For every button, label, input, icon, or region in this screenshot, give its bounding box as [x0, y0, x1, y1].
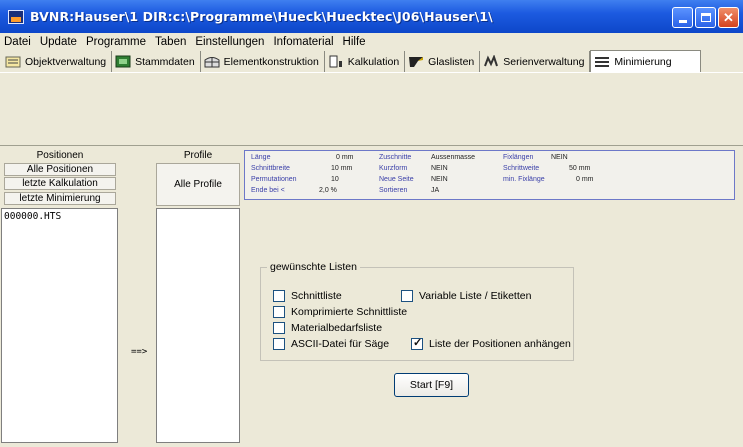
summary-label: Kurzform: [379, 165, 408, 172]
summary-label: Ende bei <: [251, 187, 285, 194]
summary-value: NEIN: [551, 154, 568, 161]
window-title: BVNR:Hauser\1 DIR:c:\Programme\Hueck\Hue…: [30, 9, 493, 24]
calculator-icon: [329, 55, 342, 68]
checkbox[interactable]: [273, 306, 285, 318]
menu-taben[interactable]: Taben: [155, 36, 186, 48]
summary-value: NEIN: [431, 165, 448, 172]
tab-label: Elementkonstruktion: [223, 55, 319, 68]
last-calculation-button[interactable]: letzte Kalkulation: [4, 177, 116, 190]
toolbar-area: [0, 74, 743, 146]
option-materialbedarfsliste[interactable]: Materialbedarfsliste: [273, 322, 382, 334]
menu-datei[interactable]: Datei: [4, 36, 31, 48]
summary-row: Permutationen 10 Neue Seite NEIN min. Fi…: [251, 176, 731, 186]
close-button[interactable]: ✕: [718, 7, 739, 28]
summary-row: Ende bei < 2,0 % Sortieren JA: [251, 187, 731, 197]
maximize-button[interactable]: [695, 7, 716, 28]
profiles-header: Profile: [183, 150, 213, 161]
summary-label: Neue Seite: [379, 176, 414, 183]
minimize-button[interactable]: [672, 7, 693, 28]
summary-row: Länge 0 mm Zuschnitte Aussenmasse Fixlän…: [251, 154, 731, 164]
tab-glaslisten[interactable]: Glaslisten: [405, 51, 481, 72]
summary-label: Schrittweite: [503, 165, 540, 172]
menu-programme[interactable]: Programme: [86, 36, 146, 48]
option-label: Variable Liste / Etiketten: [419, 290, 532, 302]
summary-label: Schnittbreite: [251, 165, 290, 172]
checkbox[interactable]: [273, 322, 285, 334]
all-profiles-button[interactable]: Alle Profile: [156, 163, 240, 206]
tab-bar: Objektverwaltung Stammdaten Elementkonst…: [0, 50, 743, 73]
summary-label: Sortieren: [379, 187, 408, 194]
profiles-list[interactable]: [156, 208, 240, 443]
summary-label: Länge: [251, 154, 271, 161]
checkbox-checked[interactable]: [411, 336, 423, 350]
group-title: gewünschte Listen: [267, 261, 360, 273]
summary-value: 0 mm: [576, 176, 594, 183]
positions-list[interactable]: 000000.HTS: [1, 208, 118, 443]
menu-infomaterial[interactable]: Infomaterial: [273, 36, 333, 48]
summary-value: 10: [331, 176, 339, 183]
maximize-icon: [700, 13, 711, 22]
tab-label: Stammdaten: [135, 55, 195, 68]
option-schnittliste[interactable]: Schnittliste: [273, 290, 342, 302]
window-frame-icon: [204, 57, 220, 68]
option-label: Liste der Positionen anhängen: [429, 338, 571, 350]
option-ascii-datei[interactable]: ASCII-Datei für Säge: [273, 338, 389, 350]
last-minimization-button[interactable]: letzte Minimierung: [4, 192, 116, 205]
transfer-arrow[interactable]: ==>: [131, 347, 147, 357]
tab-label: Minimierung: [614, 55, 672, 68]
tab-stammdaten[interactable]: Stammdaten: [112, 51, 201, 72]
tab-kalkulation[interactable]: Kalkulation: [325, 51, 406, 72]
all-positions-button[interactable]: Alle Positionen: [4, 163, 116, 176]
menu-hilfe[interactable]: Hilfe: [343, 36, 366, 48]
summary-value: NEIN: [431, 176, 448, 183]
option-label: Materialbedarfsliste: [291, 322, 383, 334]
summary-label: min. Fixlänge: [503, 176, 545, 183]
summary-value: 2,0 %: [319, 187, 337, 194]
desired-lists-group: gewünschte Listen Schnittliste Variable …: [260, 261, 574, 361]
summary-row: Schnittbreite 10 mm Kurzform NEIN Schrit…: [251, 165, 731, 175]
series-icon: [484, 55, 499, 67]
tab-objektverwaltung[interactable]: Objektverwaltung: [2, 51, 113, 72]
summary-label: Permutationen: [251, 176, 297, 183]
tab-label: Serienverwaltung: [503, 55, 585, 68]
option-label: Komprimierte Schnittliste: [291, 306, 408, 318]
checkbox[interactable]: [401, 290, 413, 302]
checkbox[interactable]: [273, 338, 285, 350]
summary-label: Zuschnitte: [379, 154, 412, 161]
positions-header: Positionen: [36, 150, 84, 161]
title-bar: BVNR:Hauser\1 DIR:c:\Programme\Hueck\Hue…: [0, 0, 743, 33]
summary-value: 0 mm: [336, 154, 354, 161]
tab-elementkonstruktion[interactable]: Elementkonstruktion: [201, 51, 325, 72]
menu-update[interactable]: Update: [40, 36, 77, 48]
settings-summary: Länge 0 mm Zuschnitte Aussenmasse Fixlän…: [244, 150, 735, 200]
checkbox[interactable]: [273, 290, 285, 302]
database-icon: [115, 55, 131, 68]
minimize-icon: [678, 20, 687, 23]
tab-minimierung[interactable]: Minimierung: [590, 50, 701, 72]
minimize-bars-icon: [595, 57, 610, 67]
summary-value: 50 mm: [569, 165, 591, 172]
summary-value: JA: [431, 187, 440, 194]
glass-pane-icon: [409, 57, 424, 67]
menu-bar: Datei Update Programme Taben Einstellung…: [0, 33, 743, 51]
option-label: ASCII-Datei für Säge: [291, 338, 390, 350]
menu-einstellungen[interactable]: Einstellungen: [195, 36, 264, 48]
app-icon: [8, 9, 24, 24]
option-liste-positionen[interactable]: Liste der Positionen anhängen: [411, 336, 571, 350]
option-komprimierte-schnittliste[interactable]: Komprimierte Schnittliste: [273, 306, 407, 318]
tab-serienverwaltung[interactable]: Serienverwaltung: [480, 51, 591, 72]
option-variable-liste[interactable]: Variable Liste / Etiketten: [401, 290, 531, 302]
option-label: Schnittliste: [291, 290, 342, 302]
tab-label: Objektverwaltung: [25, 55, 107, 68]
close-icon: ✕: [723, 10, 734, 25]
tab-label: Kalkulation: [347, 55, 400, 68]
start-button[interactable]: Start [F9]: [394, 373, 469, 397]
tab-label: Glaslisten: [428, 55, 475, 68]
summary-label: Fixlängen: [503, 154, 534, 161]
summary-value: 10 mm: [331, 165, 353, 172]
folder-list-icon: [5, 56, 21, 68]
list-item[interactable]: 000000.HTS: [2, 209, 117, 222]
summary-value: Aussenmasse: [431, 154, 475, 161]
